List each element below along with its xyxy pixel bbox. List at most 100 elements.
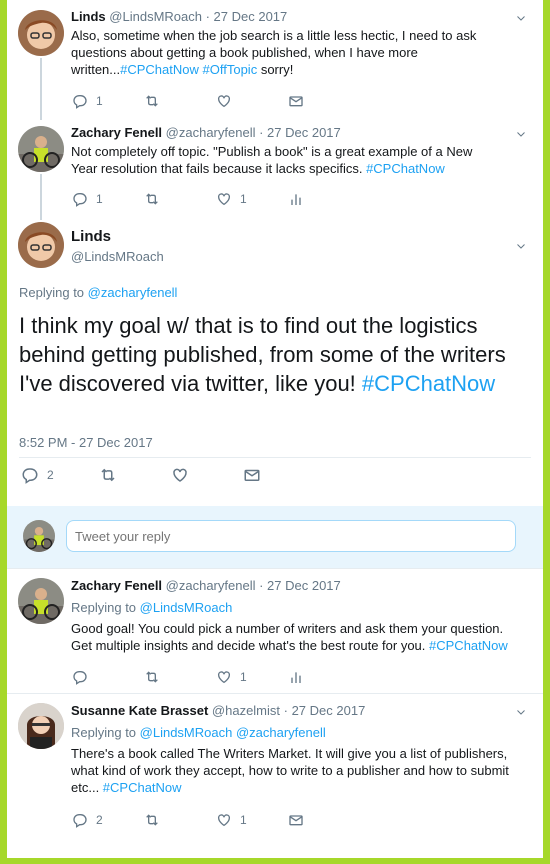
hashtag-link[interactable]: #CPChatNow xyxy=(120,62,199,77)
retweet-icon xyxy=(144,191,160,207)
user-name[interactable]: Zachary Fenell xyxy=(71,125,162,140)
hashtag-link[interactable]: #CPChatNow xyxy=(362,371,495,396)
user-name[interactable]: Linds xyxy=(71,9,106,24)
reply-button[interactable]: 1 xyxy=(72,93,144,109)
like-icon xyxy=(216,93,232,109)
analytics-icon xyxy=(288,669,304,685)
dm-button[interactable] xyxy=(288,93,360,109)
user-handle[interactable]: @LindsMRoach xyxy=(109,9,202,24)
user-handle[interactable]: @zacharyfenell xyxy=(166,125,256,140)
user-name[interactable]: Zachary Fenell xyxy=(71,578,162,593)
retweet-icon xyxy=(99,466,117,484)
tweet-header: Linds @LindsMRoach · 27 Dec 2017 xyxy=(71,8,499,25)
tweet-actions: 1 xyxy=(72,667,360,687)
tweet-text: Good goal! You could pick a number of wr… xyxy=(71,620,515,654)
user-name[interactable]: Susanne Kate Brasset xyxy=(71,703,208,718)
like-icon xyxy=(216,669,232,685)
tweet-date[interactable]: · 27 Dec 2017 xyxy=(259,578,341,593)
reply-icon xyxy=(72,93,88,109)
user-handle[interactable]: @zacharyfenell xyxy=(166,578,256,593)
mention-link[interactable]: @zacharyfenell xyxy=(88,285,178,300)
mention-link[interactable]: @zacharyfenell xyxy=(232,725,326,740)
tweet-header: Zachary Fenell @zacharyfenell · 27 Dec 2… xyxy=(71,577,515,594)
tweet-thread-panel: Linds @LindsMRoach · 27 Dec 2017 Also, s… xyxy=(7,0,543,858)
main-tweet-text: I think my goal w/ that is to find out t… xyxy=(19,311,529,398)
reply-count: 2 xyxy=(96,813,103,827)
dm-icon xyxy=(288,812,304,828)
tweet-actions: 1 1 xyxy=(72,189,360,209)
reply-icon xyxy=(21,466,39,484)
like-button[interactable] xyxy=(171,466,243,484)
retweet-icon xyxy=(144,669,160,685)
dm-icon xyxy=(288,93,304,109)
replying-to-label: Replying to xyxy=(71,725,140,740)
replying-to: Replying to @LindsMRoach xyxy=(71,600,515,615)
hashtag-link[interactable]: #CPChatNow xyxy=(366,161,445,176)
like-count: 1 xyxy=(240,192,247,206)
main-tweet-author: Linds @LindsMRoach xyxy=(71,228,164,264)
like-button[interactable]: 1 xyxy=(216,812,288,828)
user-name[interactable]: Linds xyxy=(71,228,164,246)
analytics-button[interactable] xyxy=(288,191,360,207)
divider xyxy=(7,693,543,694)
tweet-header: Susanne Kate Brasset @hazelmist · 27 Dec… xyxy=(71,702,515,719)
replying-to: Replying to @LindsMRoach @zacharyfenell xyxy=(71,725,515,740)
retweet-icon xyxy=(144,812,160,828)
like-icon xyxy=(171,466,189,484)
avatar xyxy=(23,520,55,552)
reply-composer xyxy=(7,506,543,568)
tweet-text: Not completely off topic. "Publish a boo… xyxy=(71,143,499,177)
reply-button[interactable]: 2 xyxy=(21,466,99,484)
retweet-button[interactable] xyxy=(144,669,216,685)
replying-to: Replying to @zacharyfenell xyxy=(19,285,177,300)
mention-link[interactable]: @LindsMRoach xyxy=(140,725,233,740)
like-icon xyxy=(216,191,232,207)
user-handle[interactable]: @hazelmist xyxy=(212,703,280,718)
tweet-actions: 1 xyxy=(72,91,360,111)
tweet-actions: 2 1 xyxy=(72,810,360,830)
reply-count: 1 xyxy=(96,94,103,108)
tweet-timestamp[interactable]: 8:52 PM - 27 Dec 2017 xyxy=(19,435,153,450)
tweet-text-content: sorry! xyxy=(257,62,294,77)
like-button[interactable] xyxy=(216,93,288,109)
reply-button[interactable] xyxy=(72,669,144,685)
tweet-date[interactable]: · 27 Dec 2017 xyxy=(284,703,366,718)
reply-icon xyxy=(72,191,88,207)
replying-to-label: Replying to xyxy=(19,285,88,300)
reply-icon xyxy=(72,812,88,828)
reply-count: 1 xyxy=(96,192,103,206)
reply-count: 2 xyxy=(47,468,54,482)
divider xyxy=(19,457,531,458)
user-handle[interactable]: @LindsMRoach xyxy=(71,249,164,264)
reply-button[interactable]: 2 xyxy=(72,812,144,828)
tweet-date[interactable]: · 27 Dec 2017 xyxy=(259,125,341,140)
chevron-down-icon[interactable] xyxy=(515,240,527,252)
divider xyxy=(7,568,543,569)
like-button[interactable]: 1 xyxy=(216,191,288,207)
dm-button[interactable] xyxy=(288,812,360,828)
like-button[interactable]: 1 xyxy=(216,669,288,685)
tweet-header: Zachary Fenell @zacharyfenell · 27 Dec 2… xyxy=(71,124,499,141)
tweet-date[interactable]: · 27 Dec 2017 xyxy=(206,9,288,24)
tweet-text: There's a book called The Writers Market… xyxy=(71,745,515,796)
like-count: 1 xyxy=(240,813,247,827)
reply-button[interactable]: 1 xyxy=(72,191,144,207)
analytics-button[interactable] xyxy=(288,669,360,685)
like-count: 1 xyxy=(240,670,247,684)
retweet-button[interactable] xyxy=(144,93,216,109)
retweet-icon xyxy=(144,93,160,109)
hashtag-link[interactable]: #OffTopic xyxy=(203,62,258,77)
mention-link[interactable]: @LindsMRoach xyxy=(140,600,233,615)
reply-input[interactable] xyxy=(66,520,516,552)
reply-icon xyxy=(72,669,88,685)
retweet-button[interactable] xyxy=(144,191,216,207)
retweet-button[interactable] xyxy=(144,812,216,828)
hashtag-link[interactable]: #CPChatNow xyxy=(103,780,182,795)
hashtag-link[interactable]: #CPChatNow xyxy=(429,638,508,653)
retweet-button[interactable] xyxy=(99,466,171,484)
dm-button[interactable] xyxy=(243,466,315,484)
dm-icon xyxy=(243,466,261,484)
chevron-down-icon[interactable] xyxy=(515,12,527,24)
chevron-down-icon[interactable] xyxy=(515,128,527,140)
avatar[interactable] xyxy=(18,222,64,268)
